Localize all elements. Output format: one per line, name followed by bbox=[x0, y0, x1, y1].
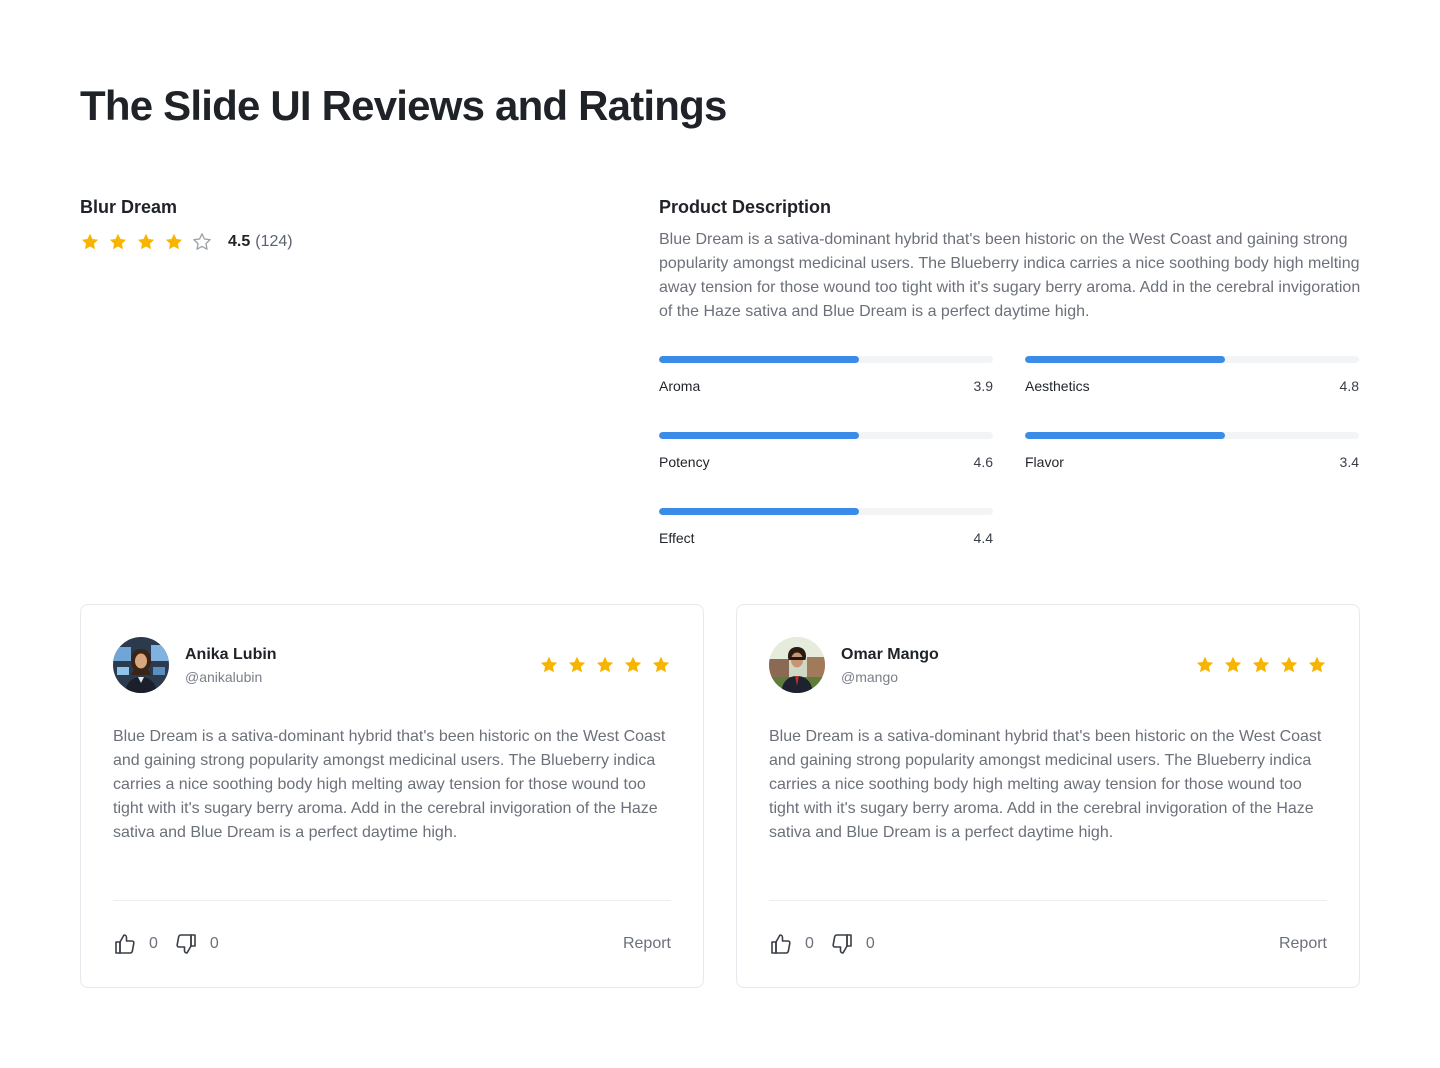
dislike-count: 0 bbox=[865, 935, 875, 952]
avatar-icon[interactable] bbox=[113, 637, 169, 693]
metric-bar-track bbox=[1025, 432, 1359, 439]
star-filled-icon bbox=[623, 655, 643, 675]
product-description: Product Description Blue Dream is a sati… bbox=[659, 196, 1363, 324]
thumbs-down-icon bbox=[174, 932, 198, 956]
metric-aroma: Aroma 3.9 bbox=[659, 356, 993, 394]
metric-bar-fill bbox=[1025, 432, 1226, 439]
star-filled-icon bbox=[1251, 655, 1271, 675]
metric-label: Aroma bbox=[659, 378, 701, 394]
dislike-button[interactable]: 0 bbox=[830, 932, 891, 956]
metric-bar-fill bbox=[659, 508, 860, 515]
page-title: The Slide UI Reviews and Ratings bbox=[80, 82, 727, 129]
dislike-button[interactable]: 0 bbox=[174, 932, 235, 956]
reviewer-name[interactable]: Omar Mango bbox=[841, 645, 939, 665]
like-button[interactable]: 0 bbox=[113, 932, 174, 956]
rating-count: (124) bbox=[255, 233, 293, 250]
star-filled-icon bbox=[539, 655, 559, 675]
thumbs-down-icon bbox=[830, 932, 854, 956]
star-filled-icon bbox=[567, 655, 587, 675]
reviewer-name[interactable]: Anika Lubin bbox=[185, 645, 277, 665]
product-summary: Blur Dream 4.5 (124) bbox=[80, 196, 600, 254]
product-name: Blur Dream bbox=[80, 197, 178, 217]
metric-effect: Effect 4.4 bbox=[659, 508, 993, 546]
metric-label: Flavor bbox=[1025, 454, 1064, 470]
metric-value: 3.9 bbox=[973, 378, 993, 394]
metric-flavor: Flavor 3.4 bbox=[1025, 432, 1359, 470]
dislike-count: 0 bbox=[209, 935, 219, 952]
divider bbox=[113, 900, 671, 901]
description-title: Product Description bbox=[659, 197, 832, 217]
description-text: Blue Dream is a sativa-dominant hybrid t… bbox=[659, 231, 1361, 320]
review-text: Blue Dream is a sativa-dominant hybrid t… bbox=[113, 728, 666, 841]
metric-bar-fill bbox=[659, 432, 860, 439]
metric-bar-fill bbox=[659, 356, 860, 363]
star-empty-icon bbox=[192, 232, 212, 252]
reviewer-handle: @anikalubin bbox=[185, 669, 263, 685]
metric-potency: Potency 4.6 bbox=[659, 432, 993, 470]
metric-aesthetics: Aesthetics 4.8 bbox=[1025, 356, 1359, 394]
avatar-icon[interactable] bbox=[769, 637, 825, 693]
star-filled-icon bbox=[651, 655, 671, 675]
like-count: 0 bbox=[149, 935, 158, 952]
metric-bar-track bbox=[659, 508, 993, 515]
metric-bar-track bbox=[659, 356, 993, 363]
metric-value: 3.4 bbox=[1339, 454, 1359, 470]
thumbs-up-icon bbox=[113, 932, 137, 956]
review-card: Omar Mango @mango Blue Dream is a sativa… bbox=[736, 604, 1360, 988]
report-button[interactable]: Report bbox=[1279, 935, 1327, 953]
metric-value: 4.4 bbox=[973, 530, 993, 546]
star-filled-icon bbox=[1279, 655, 1299, 675]
review-stars bbox=[531, 655, 671, 675]
product-rating: 4.5 (124) bbox=[80, 230, 600, 254]
metric-bar-track bbox=[1025, 356, 1359, 363]
report-button[interactable]: Report bbox=[623, 935, 671, 953]
rating-value: 4.5 bbox=[228, 233, 251, 250]
star-filled-icon bbox=[595, 655, 615, 675]
reviewer-handle: @mango bbox=[841, 669, 899, 685]
review-list: Anika Lubin @anikalubin Blue Dream is a … bbox=[80, 604, 1360, 988]
metric-label: Potency bbox=[659, 454, 710, 470]
metric-value: 4.6 bbox=[973, 454, 993, 470]
metric-bar-track bbox=[659, 432, 993, 439]
product-stars bbox=[80, 232, 220, 252]
like-count: 0 bbox=[805, 935, 814, 952]
rating-metrics: Aroma 3.9 Aesthetics 4.8 Potency 4.6 Flavor… bbox=[659, 356, 1359, 546]
star-filled-icon bbox=[80, 232, 100, 252]
like-button[interactable]: 0 bbox=[769, 932, 830, 956]
review-text: Blue Dream is a sativa-dominant hybrid t… bbox=[769, 728, 1322, 841]
star-filled-icon bbox=[108, 232, 128, 252]
metric-label: Effect bbox=[659, 530, 695, 546]
star-filled-icon bbox=[136, 232, 156, 252]
review-stars bbox=[1187, 655, 1327, 675]
star-filled-icon bbox=[1195, 655, 1215, 675]
star-filled-icon bbox=[1223, 655, 1243, 675]
metric-label: Aesthetics bbox=[1025, 378, 1090, 394]
thumbs-up-icon bbox=[769, 932, 793, 956]
star-filled-icon bbox=[164, 232, 184, 252]
review-card: Anika Lubin @anikalubin Blue Dream is a … bbox=[80, 604, 704, 988]
metric-bar-fill bbox=[1025, 356, 1226, 363]
star-filled-icon bbox=[1307, 655, 1327, 675]
metric-value: 4.8 bbox=[1339, 378, 1359, 394]
divider bbox=[769, 900, 1327, 901]
